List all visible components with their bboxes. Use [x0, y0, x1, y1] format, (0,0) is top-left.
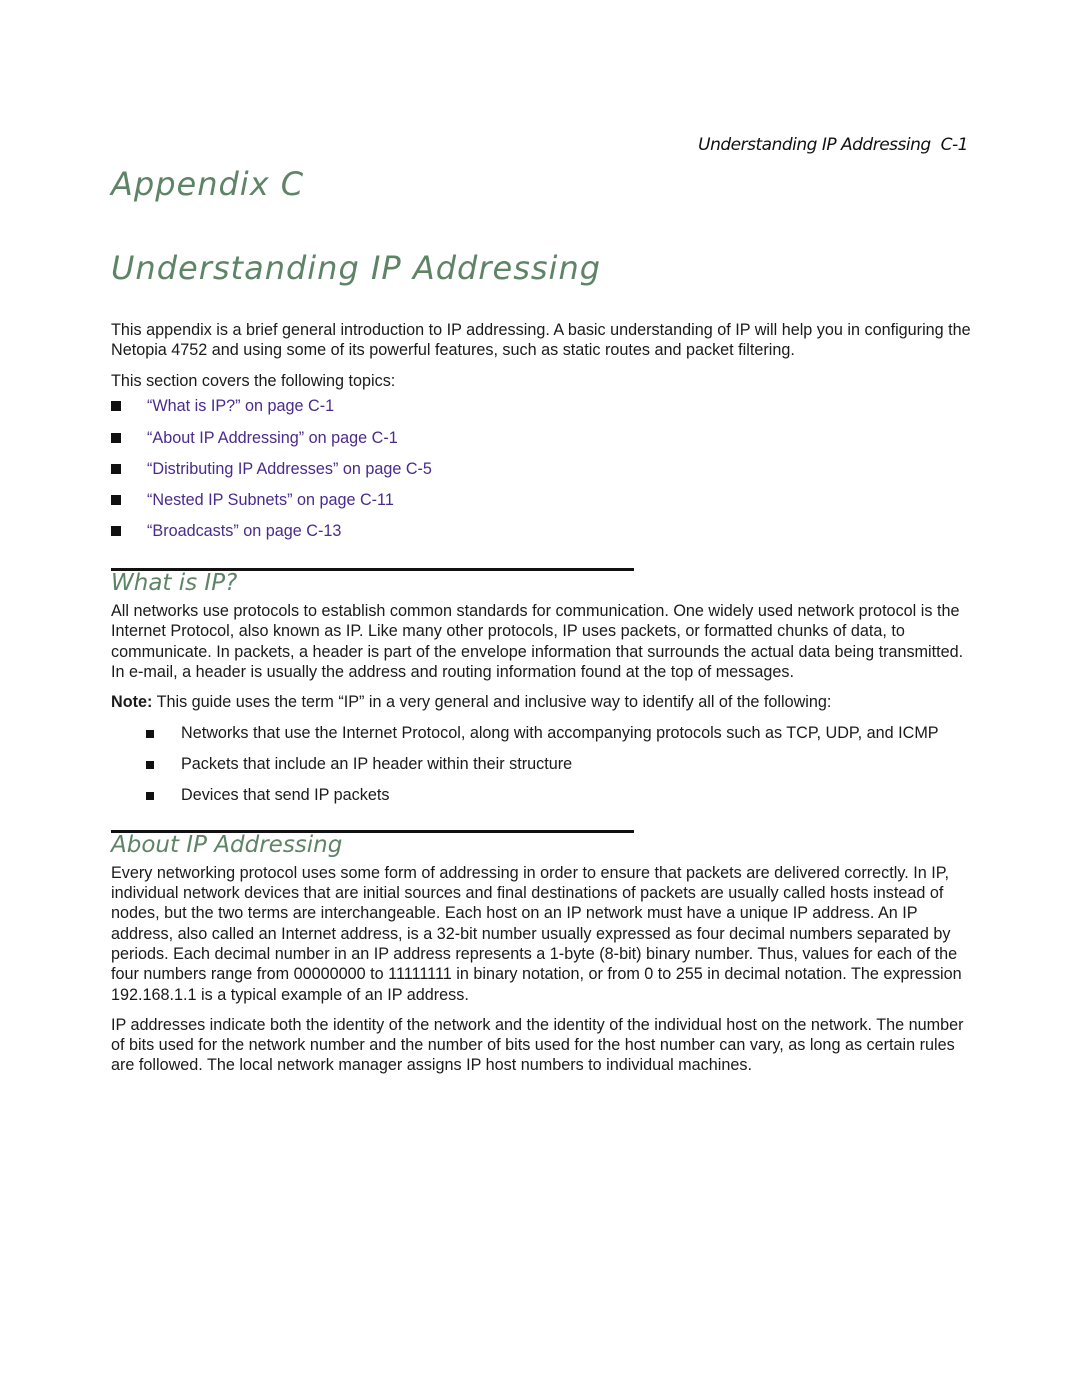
page-content: This appendix is a brief general introdu… — [111, 320, 971, 1086]
topic-item: “About IP Addressing” on page C-1 — [111, 422, 971, 453]
about-ip-paragraph-1: Every networking protocol uses some form… — [111, 863, 962, 1004]
topic-link-distributing-ip[interactable]: “Distributing IP Addresses” on page C-5 — [147, 459, 432, 479]
list-item: Devices that send IP packets — [146, 785, 971, 805]
running-header: Understanding IP Addressing C-1 — [698, 135, 968, 155]
running-title: Understanding IP Addressing — [698, 135, 931, 155]
ip-definition-list: Networks that use the Internet Protocol,… — [111, 723, 971, 806]
square-bullet-icon — [111, 401, 121, 412]
about-ip-paragraph-2: IP addresses indicate both the identity … — [111, 1015, 964, 1075]
square-bullet-icon — [146, 760, 154, 769]
list-item-text: Packets that include an IP header within… — [181, 754, 573, 773]
chapter-title: Understanding IP Addressing — [111, 249, 602, 287]
topic-link-about-ip-addressing[interactable]: “About IP Addressing” on page C-1 — [147, 428, 398, 448]
what-is-ip-paragraph: All networks use protocols to establish … — [111, 602, 964, 682]
square-bullet-icon — [111, 463, 121, 474]
chapter-label: Appendix C — [111, 165, 305, 203]
topics-lead: This section covers the following topics… — [111, 371, 396, 390]
section-heading-what-is-ip: What is IP? — [111, 569, 238, 596]
topics-list: “What is IP?” on page C-1 “About IP Addr… — [111, 391, 971, 547]
list-item: Networks that use the Internet Protocol,… — [146, 723, 971, 743]
topic-link-what-is-ip[interactable]: “What is IP?” on page C-1 — [147, 396, 334, 416]
section-heading-about-ip-addressing: About IP Addressing — [111, 831, 343, 858]
topic-item: “Distributing IP Addresses” on page C-5 — [111, 453, 971, 484]
square-bullet-icon — [111, 432, 121, 443]
list-item-text: Devices that send IP packets — [181, 786, 390, 805]
topic-link-broadcasts[interactable]: “Broadcasts” on page C-13 — [147, 521, 341, 541]
topic-item: “What is IP?” on page C-1 — [111, 391, 971, 422]
square-bullet-icon — [111, 495, 121, 506]
note-text: This guide uses the term “IP” in a very … — [156, 693, 832, 712]
square-bullet-icon — [146, 792, 154, 801]
list-item: Packets that include an IP header within… — [146, 754, 971, 774]
intro-paragraph: This appendix is a brief general introdu… — [111, 321, 971, 360]
topic-item: “Nested IP Subnets” on page C-11 — [111, 484, 971, 515]
note: Note: This guide uses the term “IP” in a… — [111, 692, 971, 712]
list-item-text: Networks that use the Internet Protocol,… — [181, 723, 939, 742]
square-bullet-icon — [146, 729, 154, 738]
note-label: Note: — [111, 693, 153, 712]
square-bullet-icon — [111, 526, 121, 537]
page-number: C-1 — [940, 135, 969, 155]
topic-link-nested-subnets[interactable]: “Nested IP Subnets” on page C-11 — [147, 490, 394, 510]
topic-item: “Broadcasts” on page C-13 — [111, 516, 971, 547]
